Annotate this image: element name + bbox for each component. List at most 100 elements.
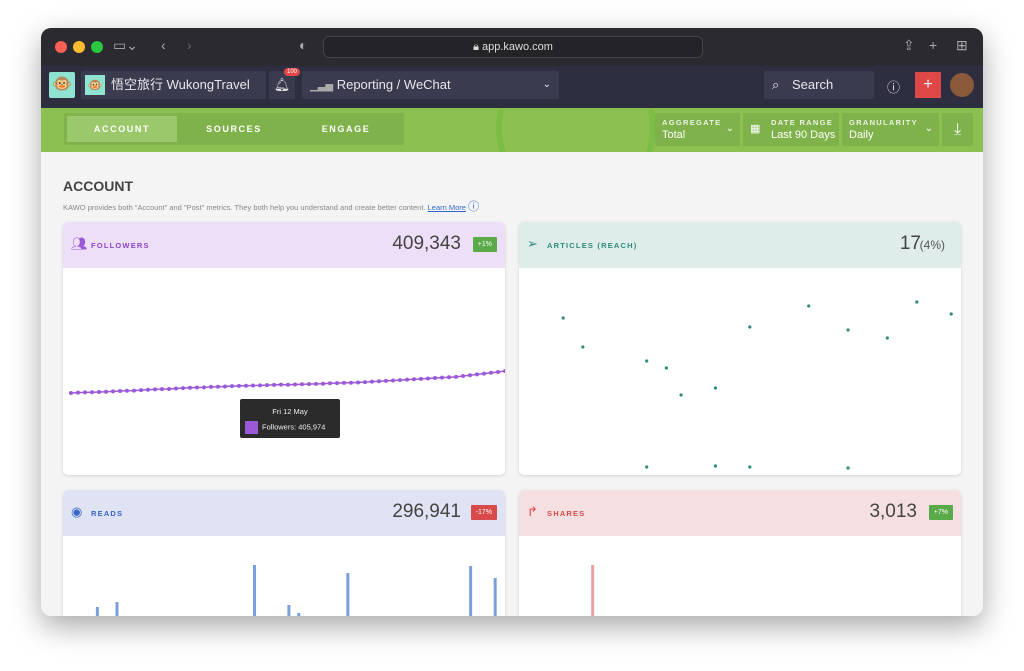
- help-icon[interactable]: ⓘ: [468, 201, 479, 213]
- tooltip: Fri 12 May Followers: 405,974: [240, 399, 340, 438]
- account-switcher[interactable]: 🐵 悟空旅行 WukongTravel: [81, 71, 266, 99]
- aggregate-label: AGGREGATE: [662, 118, 722, 127]
- send-icon: ➢: [527, 236, 538, 251]
- date-range-select[interactable]: ▦ DATE RANGE Last 90 Days: [743, 113, 839, 146]
- close-button[interactable]: [55, 41, 67, 53]
- followers-point: [90, 390, 94, 395]
- section-label: Reporting / WeChat: [336, 77, 451, 92]
- followers-point: [202, 385, 206, 390]
- back-icon[interactable]: ‹: [161, 37, 166, 53]
- followers-point: [461, 374, 465, 379]
- new-tab-icon[interactable]: +: [929, 37, 937, 53]
- calendar-icon: ▦: [750, 123, 761, 135]
- followers-point: [433, 376, 437, 381]
- user-avatar[interactable]: [950, 73, 974, 97]
- tab-sources[interactable]: SOURCES: [179, 116, 289, 142]
- decorative-circle: [496, 108, 656, 152]
- search-icon: ⌕: [772, 77, 780, 92]
- followers-point: [104, 389, 108, 394]
- card-value: 296,941: [392, 501, 461, 522]
- change-badge: -17%: [470, 505, 497, 520]
- followers-point: [223, 384, 227, 389]
- followers-point: [265, 383, 269, 388]
- articles-card: ➢ ARTICLES (REACH) 17 (4%): [519, 222, 961, 475]
- search-input[interactable]: ⌕ Search: [764, 71, 874, 99]
- shares-bar: [591, 565, 595, 616]
- followers-point: [76, 390, 80, 395]
- lock-icon: 🔒︎: [473, 41, 479, 53]
- address-bar[interactable]: 🔒︎ app.kawo.com: [323, 36, 703, 58]
- download-button[interactable]: ⤓: [942, 113, 973, 146]
- card-value: 17: [899, 233, 921, 254]
- sidebar-icon[interactable]: ▭⌄: [113, 37, 138, 54]
- browser-titlebar: ▭⌄ ‹ › ◐ 🔒︎ app.kawo.com ⇪ + ⊞: [41, 28, 983, 66]
- card-title: SHARES: [547, 509, 586, 518]
- reads-chart[interactable]: [63, 536, 505, 616]
- followers-point: [468, 373, 472, 378]
- date-range-value: Last 90 Days: [771, 129, 836, 141]
- minimize-button[interactable]: [73, 41, 85, 53]
- followers-point: [181, 386, 185, 391]
- followers-point: [377, 379, 381, 384]
- followers-point: [139, 388, 143, 393]
- reads-bar: [346, 573, 350, 616]
- followers-point: [125, 388, 129, 393]
- granularity-value: Daily: [849, 129, 874, 141]
- granularity-select[interactable]: GRANULARITY Daily ⌄: [842, 113, 939, 146]
- date-range-label: DATE RANGE: [771, 118, 834, 127]
- followers-point: [251, 383, 255, 388]
- followers-point: [111, 389, 115, 394]
- download-icon: ⤓: [953, 121, 962, 138]
- help-icon[interactable]: ⓘ: [887, 77, 900, 96]
- followers-point: [328, 381, 332, 386]
- reads-bar: [115, 602, 119, 616]
- articles-point: [561, 316, 565, 320]
- account-avatar: 🐵: [85, 75, 105, 95]
- section-select[interactable]: ▁▃▅ Reporting / WeChat ⌄: [302, 71, 559, 99]
- followers-point: [419, 376, 423, 381]
- followers-point: [426, 376, 430, 381]
- followers-point: [244, 383, 248, 388]
- shield-icon: ◐: [299, 37, 308, 53]
- learn-more-link[interactable]: Learn More: [428, 203, 466, 212]
- followers-point: [279, 382, 283, 387]
- followers-point: [153, 387, 157, 392]
- articles-point: [885, 336, 889, 340]
- aggregate-value: Total: [662, 129, 686, 141]
- followers-point: [209, 384, 213, 389]
- forward-icon[interactable]: ›: [187, 37, 192, 53]
- tab-account[interactable]: ACCOUNT: [67, 116, 177, 142]
- tab-engage[interactable]: ENGAGE: [291, 116, 401, 142]
- followers-chart[interactable]: [63, 268, 505, 475]
- followers-point: [349, 380, 353, 385]
- followers-point: [405, 377, 409, 382]
- change-badge: +1%: [472, 237, 497, 252]
- shares-chart[interactable]: [519, 536, 961, 616]
- followers-point: [475, 372, 479, 377]
- articles-point: [679, 393, 683, 397]
- articles-point: [713, 464, 718, 468]
- articles-chart[interactable]: [519, 268, 961, 475]
- followers-point: [384, 378, 388, 383]
- articles-point: [807, 304, 811, 308]
- followers-point: [440, 375, 444, 380]
- logo-avatar[interactable]: 🐵: [49, 72, 75, 98]
- followers-point: [195, 385, 199, 390]
- followers-point: [118, 388, 122, 393]
- card-title: FOLLOWERS: [91, 241, 150, 250]
- share-icon[interactable]: ⇪: [903, 37, 915, 54]
- followers-point: [83, 390, 87, 395]
- card-header: ◉ READS 296,941 -17%: [63, 490, 505, 536]
- shares-card: ↱ SHARES 3,013 +7%: [519, 490, 961, 616]
- followers-point: [342, 380, 346, 385]
- tab-overview-icon[interactable]: ⊞: [956, 37, 968, 54]
- add-button[interactable]: +: [915, 72, 941, 98]
- reads-card: ◉ READS 296,941 -17%: [63, 490, 505, 616]
- articles-point: [581, 345, 585, 349]
- followers-point: [447, 375, 451, 380]
- aggregate-select[interactable]: AGGREGATE Total ⌄: [655, 113, 740, 146]
- followers-point: [321, 381, 325, 386]
- maximize-button[interactable]: [91, 41, 103, 53]
- followers-point: [335, 381, 339, 386]
- articles-point: [748, 325, 752, 329]
